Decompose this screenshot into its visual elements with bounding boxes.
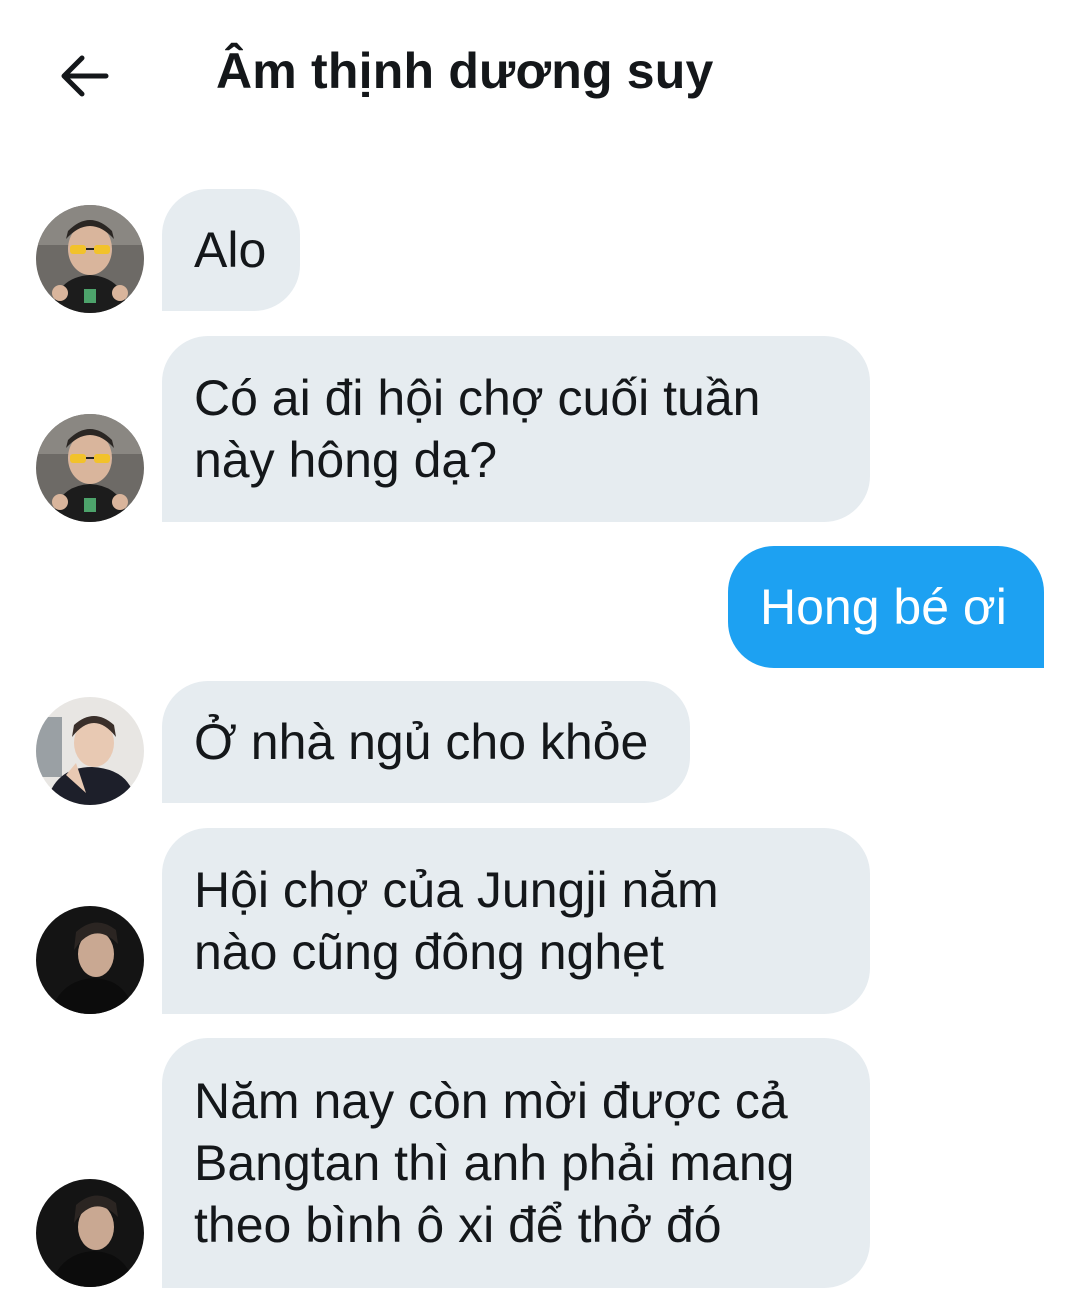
avatar[interactable] (36, 906, 144, 1014)
message-bubble[interactable]: Ở nhà ngủ cho khỏe (162, 681, 690, 803)
message-text: Hong bé ơi (760, 579, 1007, 635)
avatar-dark-image (36, 906, 144, 1014)
message-bubble[interactable]: Năm nay còn mời được cả Bangtan thì anh … (162, 1038, 870, 1288)
back-button[interactable] (52, 44, 116, 108)
avatar[interactable] (36, 1179, 144, 1287)
avatar[interactable] (36, 697, 144, 805)
message-text: Có ai đi hội chợ cuối tuần này hông dạ? (194, 370, 761, 488)
message-bubble[interactable]: Có ai đi hội chợ cuối tuần này hông dạ? (162, 336, 870, 522)
message-text: Alo (194, 222, 267, 278)
message-bubble[interactable]: Alo (162, 189, 300, 311)
conversation-title: Âm thịnh dương suy (216, 43, 714, 99)
avatar-glasses-image (36, 414, 144, 522)
message-bubble[interactable]: Hội chợ của Jungji năm nào cũng đông ngh… (162, 828, 870, 1014)
message-text: Năm nay còn mời được cả Bangtan thì anh … (194, 1073, 795, 1253)
message-text: Ở nhà ngủ cho khỏe (194, 714, 649, 770)
arrow-left-icon (61, 55, 109, 97)
conversation-header: Âm thịnh dương suy (0, 0, 1080, 150)
avatar-dark-image (36, 1179, 144, 1287)
avatar[interactable] (36, 205, 144, 313)
avatar-light-image (36, 697, 144, 805)
avatar-glasses-image (36, 205, 144, 313)
message-text: Hội chợ của Jungji năm nào cũng đông ngh… (194, 862, 719, 980)
message-bubble-outgoing[interactable]: Hong bé ơi (728, 546, 1044, 668)
avatar[interactable] (36, 414, 144, 522)
